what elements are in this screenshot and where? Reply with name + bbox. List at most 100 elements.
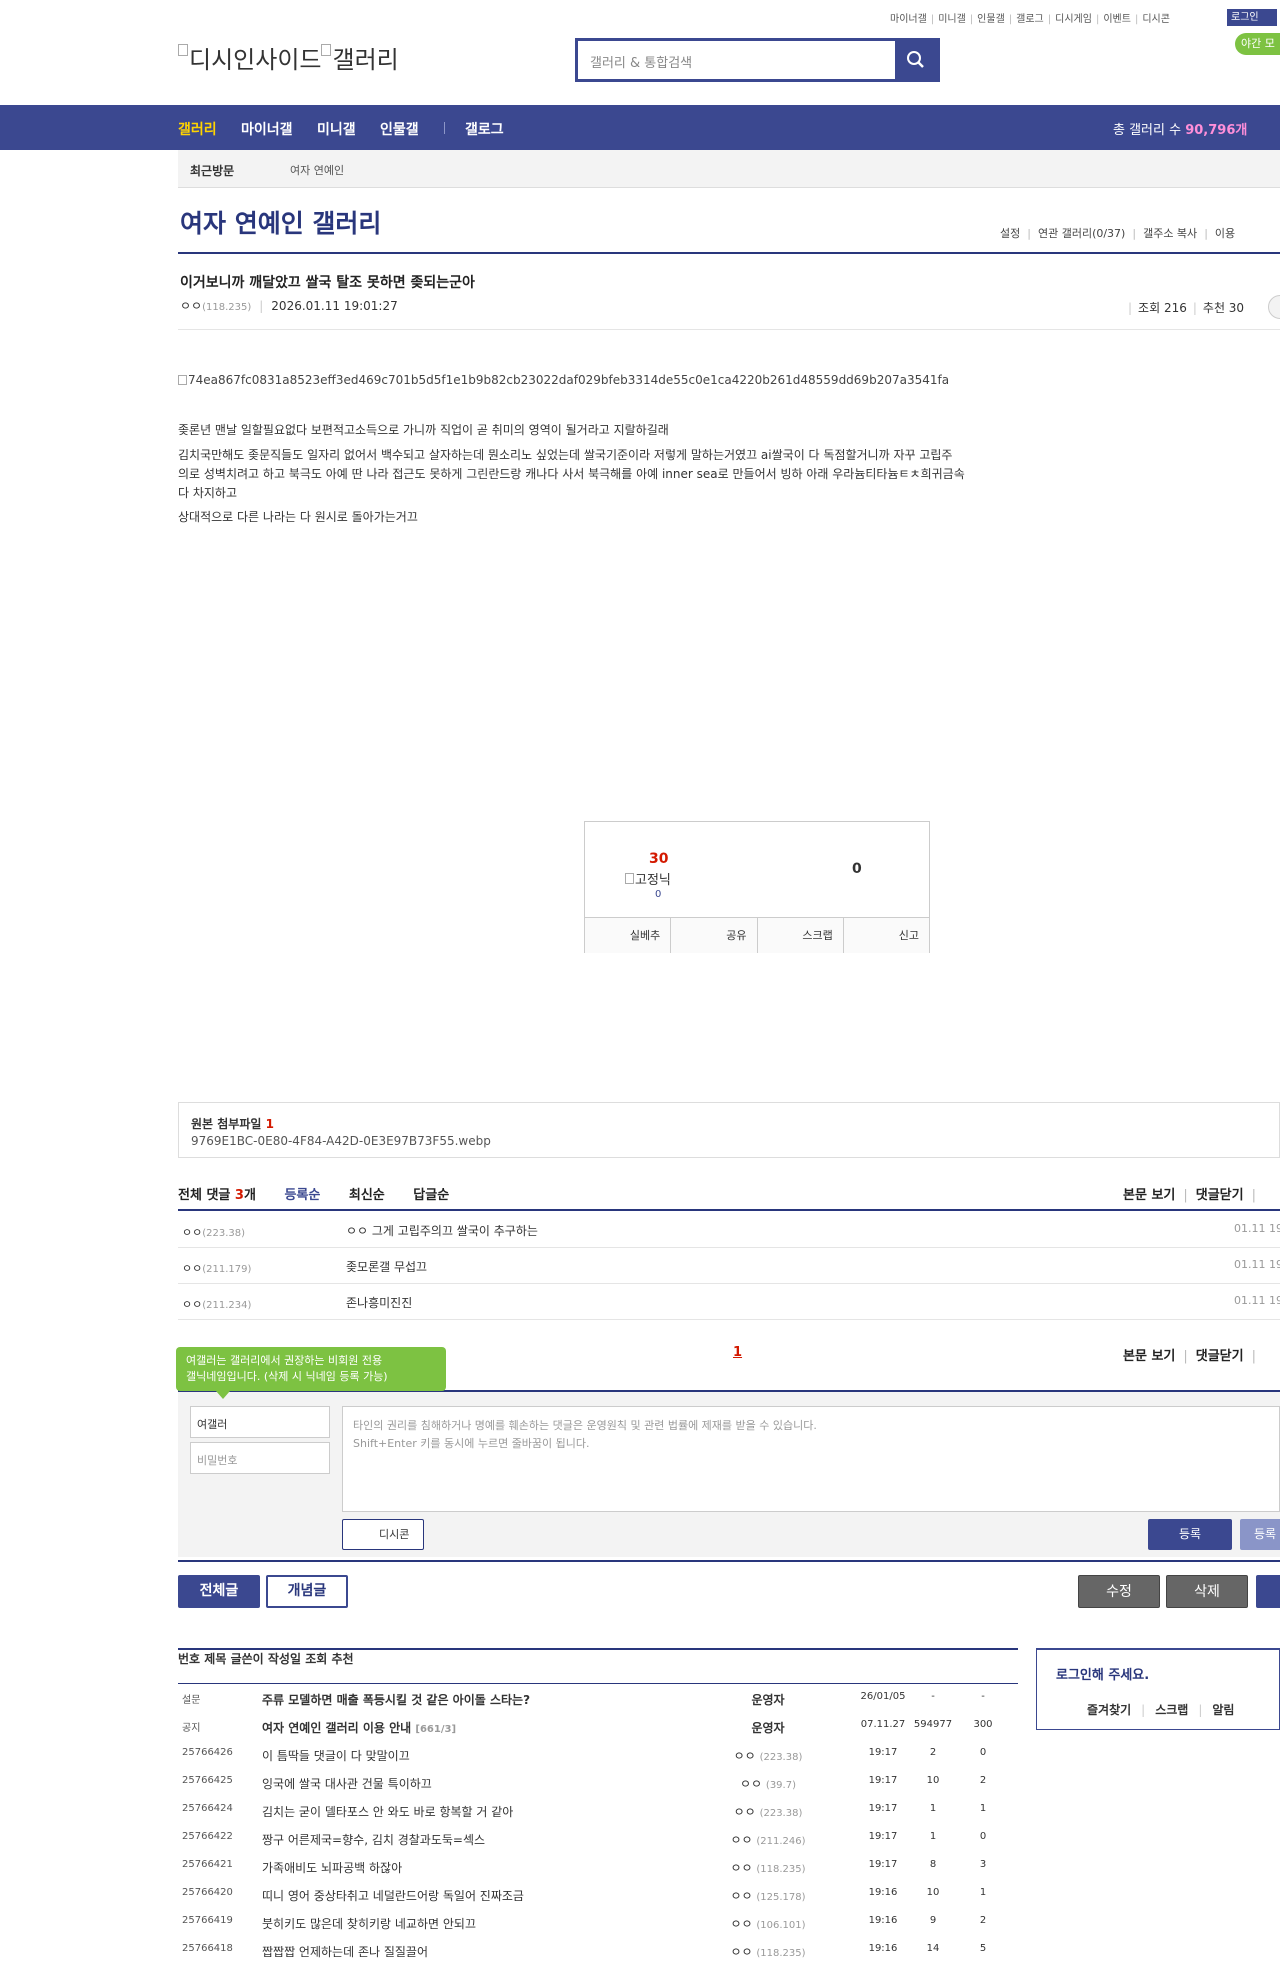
util-link-gallog[interactable]: 갤로그 — [1016, 14, 1044, 25]
list-row[interactable]: 25766421 가족애비도 뇌파공백 하잖아 ㅇㅇ (118.235) 19:17… — [178, 1852, 1018, 1880]
gallery-title[interactable]: 여자 연예인 갤러리 — [180, 204, 381, 240]
comment-date: 01.11 19 — [1234, 1258, 1280, 1271]
list-row[interactable]: 25766424 김치는 굳이 델타포스 안 와도 바로 항복할 거 같아 ㅇㅇ … — [178, 1796, 1018, 1824]
more-options-button[interactable] — [1268, 295, 1280, 319]
list-row[interactable]: 공지 여자 연예인 갤러리 이용 안내 [661/3] 운영자 07.11.27 59… — [178, 1712, 1018, 1740]
row-title[interactable]: 김치는 굳이 델타포스 안 와도 바로 항복할 거 같아 — [262, 1803, 513, 1820]
row-writer[interactable]: 운영자 — [708, 1691, 828, 1708]
row-writer[interactable]: ㅇㅇ (106.101) — [708, 1915, 828, 1932]
nickname-field[interactable]: 여갤러 — [190, 1406, 330, 1438]
row-title[interactable]: 짱구 어른제국=향수, 김치 경찰과도둑=섹스 — [262, 1831, 485, 1848]
row-writer[interactable]: ㅇㅇ (39.7) — [708, 1775, 828, 1792]
nav-minor[interactable]: 마이너갤 — [241, 119, 293, 139]
search-input[interactable]: 갤러리 & 통합검색 — [590, 52, 692, 71]
password-field[interactable]: 비밀번호 — [190, 1442, 330, 1474]
comment-page-1[interactable]: 1 — [733, 1345, 742, 1360]
nav-mini[interactable]: 미니갤 — [317, 119, 356, 139]
night-mode-toggle[interactable]: 야간 모 — [1235, 33, 1280, 55]
util-link-minor[interactable]: 마이너갤 — [890, 14, 927, 25]
row-title[interactable]: 짭짭짭 언제하는데 존나 질질끌어 — [262, 1943, 428, 1960]
login-prompt[interactable]: 로그인해 주세요. — [1056, 1664, 1149, 1683]
row-title[interactable]: 여자 연예인 갤러리 이용 안내 [661/3] — [262, 1719, 456, 1736]
row-title[interactable]: 띠니 영어 중상타취고 네덜란드어랑 독일어 진짜조금 — [262, 1887, 524, 1904]
row-writer[interactable]: ㅇㅇ (118.235) — [708, 1943, 828, 1960]
post-writer[interactable]: ㅇㅇ — [180, 299, 202, 313]
util-link-dccon[interactable]: 디시콘 — [1142, 14, 1170, 25]
row-writer[interactable]: ㅇㅇ (118.235) — [708, 1859, 828, 1876]
concept-posts-button[interactable]: 개념글 — [266, 1575, 348, 1608]
list-row[interactable]: 설문 주류 모델하면 매출 폭등시킬 것 같은 아이돌 스타는? 운영자 26/0… — [178, 1684, 1018, 1712]
write-button[interactable] — [1256, 1575, 1280, 1608]
nav-gallery[interactable]: 갤러리 — [178, 119, 217, 139]
util-link-event[interactable]: 이벤트 — [1103, 14, 1131, 25]
row-date: 07.11.27 — [860, 1719, 906, 1730]
share-button[interactable]: 공유 — [671, 918, 758, 953]
row-title[interactable]: 붓히키도 많은데 찾히키랑 네교하면 안되끄 — [262, 1915, 476, 1932]
favorites-link[interactable]: 즐겨찾기 — [1087, 1703, 1131, 1717]
row-writer[interactable]: ㅇㅇ (223.38) — [708, 1803, 828, 1820]
row-views: 14 — [926, 1943, 940, 1954]
sort-registered-tab[interactable]: 등록순 — [284, 1188, 320, 1203]
view-body-link[interactable]: 본문 보기 — [1123, 1188, 1175, 1203]
row-recommends: 2 — [979, 1775, 987, 1786]
row-title[interactable]: 가족애비도 뇌파공백 하잖아 — [262, 1859, 402, 1876]
list-row[interactable]: 25766418 짭짭짭 언제하는데 존나 질질끌어 ㅇㅇ (118.235) 19… — [178, 1936, 1018, 1961]
list-row[interactable]: 25766425 잉국에 쌀국 대사관 건물 특이하끄 ㅇㅇ (39.7) 19:1… — [178, 1768, 1018, 1796]
nav-person[interactable]: 인물갤 — [380, 119, 419, 139]
row-writer[interactable]: ㅇㅇ (125.178) — [708, 1887, 828, 1904]
report-button[interactable]: 신고 — [844, 918, 929, 953]
close-comments-link[interactable]: 댓글닫기 — [1196, 1349, 1244, 1364]
comment-write-form: 여갤러 비밀번호 타인의 권리를 침해하거나 명예를 훼손하는 댓글은 운영원칙… — [178, 1390, 1280, 1557]
list-row[interactable]: 25766422 짱구 어른제국=향수, 김치 경찰과도둑=섹스 ㅇㅇ (211.… — [178, 1824, 1018, 1852]
recent-visit-item[interactable]: 여자 연예인 — [290, 162, 344, 178]
comment-submit-recommend-button[interactable]: 등록 — [1240, 1519, 1280, 1550]
login-box-links: 즐겨찾기 | 스크랩 | 알림 — [1087, 1703, 1235, 1717]
list-row[interactable]: 25766426 이 틈딱들 댓글이 다 맞말이끄 ㅇㅇ (223.38) 19:1… — [178, 1740, 1018, 1768]
view-body-link[interactable]: 본문 보기 — [1123, 1349, 1175, 1364]
usage-link[interactable]: 이용 — [1215, 227, 1235, 240]
close-comments-link[interactable]: 댓글닫기 — [1196, 1188, 1244, 1203]
util-link-person[interactable]: 인물갤 — [977, 14, 1005, 25]
row-views: 2 — [929, 1747, 937, 1758]
dccon-button[interactable]: 디시콘 — [342, 1519, 424, 1550]
util-link-mini[interactable]: 미니갤 — [938, 14, 966, 25]
row-title[interactable]: 이 틈딱들 댓글이 다 맞말이끄 — [262, 1747, 410, 1764]
row-title[interactable]: 잉국에 쌀국 대사관 건물 특이하끄 — [262, 1775, 432, 1792]
row-date: 19:17 — [868, 1775, 898, 1786]
delete-button[interactable]: 삭제 — [1166, 1575, 1248, 1608]
notify-link[interactable]: 알림 — [1212, 1703, 1234, 1717]
comment-writer[interactable]: ㅇㅇ(223.38) — [182, 1224, 245, 1240]
scrap-link[interactable]: 스크랩 — [1155, 1703, 1188, 1717]
recommend-up-count: 30 — [649, 851, 669, 867]
silbechu-button[interactable]: 실베추 — [585, 918, 672, 953]
all-posts-button[interactable]: 전체글 — [178, 1575, 260, 1608]
comment-writer[interactable]: ㅇㅇ(211.179) — [182, 1260, 251, 1276]
sort-reply-tab[interactable]: 답글순 — [413, 1188, 449, 1203]
gallery-settings-link[interactable]: 설정 — [1000, 227, 1020, 240]
row-reply-count[interactable]: [661/3] — [415, 1724, 456, 1735]
post-header-divider — [178, 329, 1280, 330]
list-row[interactable]: 25766420 띠니 영어 중상타취고 네덜란드어랑 독일어 진짜조금 ㅇㅇ (… — [178, 1880, 1018, 1908]
related-gallery-link[interactable]: 연관 갤러리(0/37) — [1038, 227, 1125, 240]
row-writer[interactable]: ㅇㅇ (211.246) — [708, 1831, 828, 1848]
sort-newest-tab[interactable]: 최신순 — [349, 1188, 385, 1203]
search-icon — [907, 51, 924, 68]
site-logo[interactable]: 디시인사이드 갤러리 — [178, 40, 399, 75]
comment-row: ㅇㅇ(211.234) 존나흥미진진 01.11 19 — [178, 1284, 1280, 1320]
row-writer[interactable]: 운영자 — [708, 1719, 828, 1736]
comment-textarea[interactable]: 타인의 권리를 침해하거나 명예를 훼손하는 댓글은 운영원칙 및 관련 법률에… — [342, 1406, 1280, 1512]
util-link-dcgame[interactable]: 디시게임 — [1055, 14, 1092, 25]
row-title[interactable]: 주류 모델하면 매출 폭등시킬 것 같은 아이돌 스타는? — [262, 1691, 530, 1708]
edit-button[interactable]: 수정 — [1078, 1575, 1160, 1608]
nav-gallog[interactable]: 갤로그 — [465, 119, 504, 139]
row-writer[interactable]: ㅇㅇ (223.38) — [708, 1747, 828, 1764]
comment-submit-button[interactable]: 등록 — [1148, 1519, 1232, 1550]
login-button[interactable]: 로그인 — [1227, 9, 1277, 26]
comment-writer[interactable]: ㅇㅇ(211.234) — [182, 1296, 251, 1312]
list-row[interactable]: 25766419 붓히키도 많은데 찾히키랑 네교하면 안되끄 ㅇㅇ (106.1… — [178, 1908, 1018, 1936]
scrap-button[interactable]: 스크랩 — [758, 918, 844, 953]
search-button[interactable] — [895, 41, 937, 79]
copy-address-link[interactable]: 갤주소 복사 — [1143, 227, 1197, 240]
attachment-file-link[interactable]: 9769E1BC-0E80-4F84-A42D-0E3E97B73F55.web… — [191, 1134, 491, 1148]
row-recommends: 1 — [979, 1887, 987, 1898]
